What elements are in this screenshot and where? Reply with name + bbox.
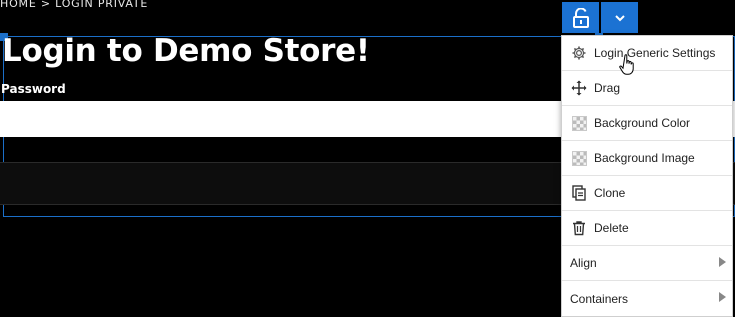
clone-icon (570, 184, 588, 202)
block-toolbar (562, 2, 638, 33)
submenu-arrow-icon (719, 257, 726, 267)
dropdown-button[interactable] (601, 2, 638, 33)
menu-item-label: Login Generic Settings (594, 46, 716, 60)
menu-item-label: Drag (594, 81, 621, 95)
menu-item-label: Align (570, 256, 597, 270)
menu-item-clone[interactable]: Clone (562, 176, 732, 211)
chevron-down-icon (614, 14, 625, 21)
hand-cursor-icon (619, 54, 634, 75)
menu-item-label: Containers (570, 291, 629, 306)
menu-item-login-generic-settings[interactable]: Login Generic Settings (562, 36, 732, 71)
menu-item-align[interactable]: Align (562, 246, 732, 281)
move-icon (570, 79, 588, 97)
menu-item-background-color[interactable]: Background Color (562, 106, 732, 141)
menu-item-label: Background Color (594, 116, 691, 130)
menu-item-label: Delete (594, 221, 629, 235)
context-menu: Login Generic Settings Drag Background C… (561, 35, 733, 317)
menu-item-label: Background Image (594, 151, 695, 165)
menu-item-drag[interactable]: Drag (562, 71, 732, 106)
trash-icon (570, 219, 588, 237)
unlock-button[interactable] (562, 2, 599, 33)
menu-item-label: Clone (594, 186, 626, 200)
page-title: Login to Demo Store! (2, 33, 370, 69)
password-label: Password (1, 82, 66, 96)
checker-icon (570, 149, 588, 167)
gear-icon (570, 44, 588, 62)
menu-item-containers[interactable]: Containers (562, 281, 732, 316)
submenu-arrow-icon (719, 292, 726, 302)
menu-item-background-image[interactable]: Background Image (562, 141, 732, 176)
menu-item-delete[interactable]: Delete (562, 211, 732, 246)
unlock-icon (572, 7, 589, 28)
checker-icon (570, 114, 588, 132)
breadcrumb[interactable]: HOME > LOGIN PRIVATE (0, 0, 148, 10)
